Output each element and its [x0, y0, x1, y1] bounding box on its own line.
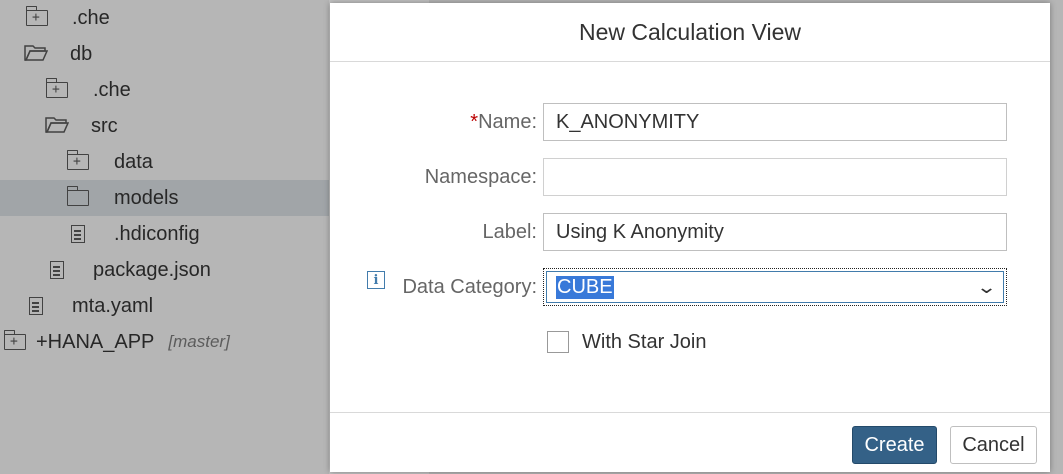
- namespace-label: Namespace:: [424, 165, 537, 188]
- name-label: *Name:: [470, 110, 537, 133]
- star-join-checkbox[interactable]: [547, 331, 569, 353]
- chevron-down-icon[interactable]: ⌄: [976, 277, 997, 298]
- info-icon[interactable]: i: [367, 271, 385, 289]
- label-field-label: Label:: [482, 220, 538, 243]
- label-row: Label: Using K Anonymity: [330, 213, 1050, 251]
- star-join-label: With Star Join: [582, 330, 707, 353]
- namespace-row: Namespace:: [330, 158, 1050, 196]
- label-input[interactable]: Using K Anonymity: [543, 213, 1007, 251]
- required-marker: *: [470, 110, 479, 133]
- data-category-value: CUBE: [556, 275, 614, 299]
- data-category-select[interactable]: CUBE ⌄: [543, 268, 1007, 306]
- new-calculation-view-dialog: New Calculation View *Name: K_ANONYMITY …: [330, 3, 1050, 472]
- dialog-footer: Create Cancel: [330, 412, 1050, 473]
- cancel-button[interactable]: Cancel: [950, 426, 1037, 464]
- star-join-row: With Star Join: [330, 330, 1050, 354]
- dialog-header: New Calculation View: [330, 3, 1050, 62]
- name-input[interactable]: K_ANONYMITY: [543, 103, 1007, 141]
- name-row: *Name: K_ANONYMITY: [330, 103, 1050, 141]
- data-category-label: Data Category:: [402, 275, 537, 298]
- dialog-title: New Calculation View: [578, 18, 801, 45]
- data-category-row: i Data Category: CUBE ⌄: [330, 268, 1050, 306]
- namespace-input[interactable]: [543, 158, 1007, 196]
- create-button[interactable]: Create: [852, 426, 937, 464]
